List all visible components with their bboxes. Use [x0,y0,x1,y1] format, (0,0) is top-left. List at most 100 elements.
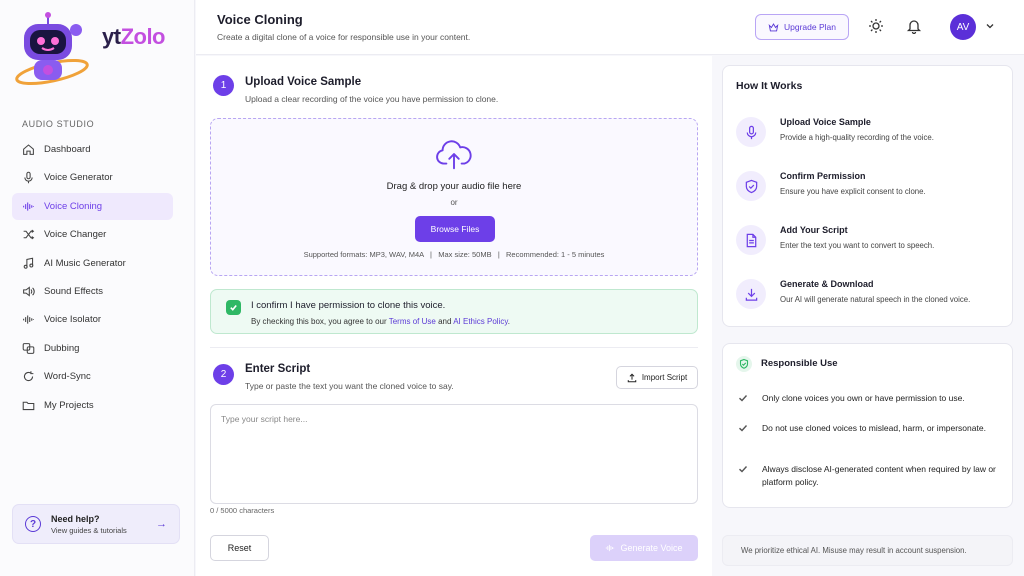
sidebar-item-voice-isolator[interactable]: Voice Isolator [12,306,173,333]
check-icon [739,425,748,432]
check-icon [230,305,237,311]
sidebar-item-ai-music-generator[interactable]: AI Music Generator [12,250,173,277]
cloud-upload-icon [436,140,472,170]
robot-mascot-icon [15,12,89,86]
sidebar-item-label: Word-Sync [44,371,91,383]
script-textarea[interactable] [210,404,698,504]
shield-check-icon [736,356,752,372]
browse-files-button[interactable]: Browse Files [415,216,495,242]
music-note-icon [23,257,34,269]
top-header: Voice Cloning Create a digital clone of … [196,0,1024,55]
sidebar-item-sound-effects[interactable]: Sound Effects [12,278,173,305]
how-step-desc: Provide a high-quality recording of the … [780,133,934,142]
section-divider [210,347,698,348]
generate-voice-button[interactable]: Generate Voice [590,535,698,561]
check-icon [739,395,748,402]
permission-checkbox[interactable] [226,300,241,315]
how-step-desc: Enter the text you want to convert to sp… [780,241,935,250]
step-1-subtitle: Upload a clear recording of the voice yo… [245,94,499,104]
chevron-down-icon[interactable] [985,21,995,31]
document-icon [746,233,756,247]
download-icon [745,288,757,301]
folder-icon [22,401,35,410]
main-content: 1 Upload Voice Sample Upload a clear rec… [196,56,712,576]
sidebar-item-dubbing[interactable]: Dubbing [12,335,173,362]
how-step: Add Your Script Enter the text you want … [736,221,986,261]
microphone-icon [746,125,756,139]
microphone-icon [24,172,33,184]
permission-confirm: I confirm I have permission to clone thi… [210,289,698,334]
step-2-title: Enter Script [245,363,311,375]
sidebar-item-my-projects[interactable]: My Projects [12,392,173,419]
sidebar-item-label: Voice Changer [44,229,107,241]
step-2-subtitle: Type or paste the text you want the clon… [245,381,454,391]
check-icon [739,466,748,473]
how-icon-wrap [736,279,766,309]
bell-icon[interactable] [906,18,922,34]
upload-icon [627,373,637,382]
how-step-title: Generate & Download [780,279,874,289]
sidebar-item-voice-generator[interactable]: Voice Generator [12,164,173,191]
permission-title: I confirm I have permission to clone thi… [251,300,446,311]
home-icon [23,144,34,155]
how-icon-wrap [736,225,766,255]
help-title: Need help? [51,513,100,524]
terms-of-use-link[interactable]: Terms of Use [389,317,436,326]
waveform-icon [23,202,34,211]
sidebar: ytZolo AUDIO STUDIO Dashboard Voice Gene… [0,0,195,576]
step-1-badge: 1 [213,75,234,96]
crown-icon [768,22,779,31]
sidebar-item-label: Voice Generator [44,172,113,184]
how-step-desc: Ensure you have explicit consent to clon… [780,187,926,196]
sidebar-item-label: Voice Isolator [44,314,102,326]
section-label-audio-studio: AUDIO STUDIO [22,119,95,129]
how-it-works-panel: How It Works Upload Voice Sample Provide… [722,65,1013,327]
shield-check-icon [745,179,757,193]
responsible-use-title: Responsible Use [761,358,838,369]
sidebar-item-label: Dubbing [44,342,80,354]
sidebar-item-dashboard[interactable]: Dashboard [12,136,173,163]
dropzone-title: Drag & drop your audio file here [386,181,522,192]
brand-logo[interactable]: ytZolo [10,8,190,93]
how-step-desc: Our AI will generate natural speech in t… [780,295,971,304]
how-step-title: Add Your Script [780,225,848,235]
reset-button[interactable]: Reset [210,535,269,561]
audio-dropzone[interactable]: Drag & drop your audio file here or Brow… [210,118,698,276]
sidebar-item-voice-cloning[interactable]: Voice Cloning [12,192,173,220]
avatar[interactable]: AV [950,14,976,40]
how-step: Upload Voice Sample Provide a high-quali… [736,113,986,153]
help-card[interactable]: ? Need help? View guides & tutorials → [12,504,180,544]
sidebar-item-label: Dashboard [44,144,91,155]
how-icon-wrap [736,171,766,201]
shuffle-icon [23,229,35,240]
responsible-use-panel: Responsible Use Only clone voices you ow… [722,343,1013,508]
how-step: Generate & Download Our AI will generate… [736,275,986,315]
upgrade-plan-button[interactable]: Upgrade Plan [755,14,849,40]
ai-ethics-policy-link[interactable]: AI Ethics Policy [453,317,508,326]
sidebar-item-word-sync[interactable]: Word-Sync [12,363,173,390]
sidebar-item-label: AI Music Generator [44,257,126,269]
arrow-right-icon: → [156,518,167,530]
sun-icon[interactable] [868,18,884,34]
sidebar-nav: Dashboard Voice Generator Voice Cloning … [12,136,173,420]
character-count: 0 / 5000 characters [210,506,275,515]
import-script-button[interactable]: Import Script [616,366,698,389]
sync-icon [23,371,34,382]
page-subtitle: Create a digital clone of a voice for re… [217,32,471,42]
how-it-works-title: How It Works [736,80,803,92]
how-step: Confirm Permission Ensure you have expli… [736,167,986,207]
how-icon-wrap [736,117,766,147]
help-subtitle: View guides & tutorials [51,525,127,535]
brand-name: ytZolo [102,24,166,49]
ethics-footer-note: We prioritize ethical AI. Misuse may res… [722,535,1013,566]
dropzone-or: or [450,198,458,207]
waveform-icon [606,544,615,552]
question-icon: ? [25,516,41,532]
permission-subtitle: By checking this box, you agree to our T… [251,317,510,326]
step-1-title: Upload Voice Sample [245,76,362,88]
how-step-title: Confirm Permission [780,171,866,181]
waveform-icon [23,315,34,324]
sidebar-item-voice-changer[interactable]: Voice Changer [12,221,173,248]
sidebar-item-label: My Projects [44,399,94,411]
page-title: Voice Cloning [217,12,303,27]
